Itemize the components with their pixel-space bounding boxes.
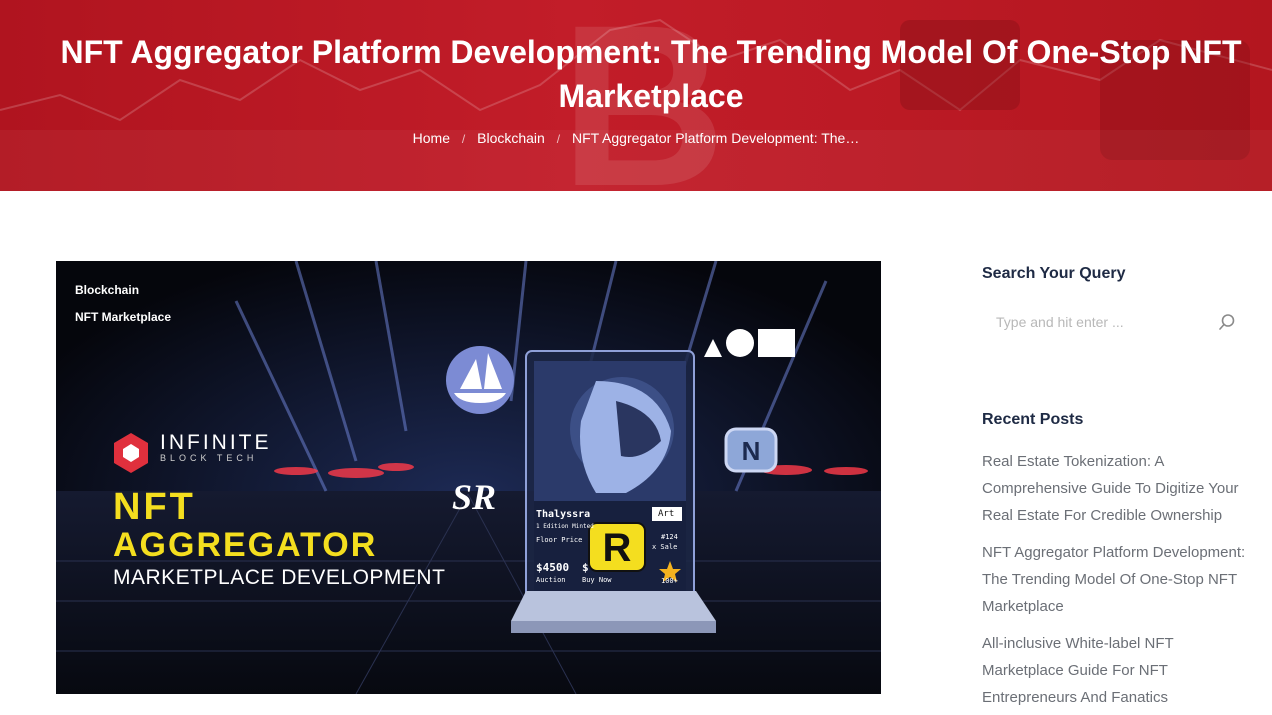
search-icon[interactable] <box>1218 313 1236 331</box>
breadcrumb-home-link[interactable]: Home <box>413 130 450 146</box>
card-sale: x Sale <box>652 543 678 551</box>
breadcrumb-blockchain-link[interactable]: Blockchain <box>477 130 545 146</box>
category-link-nft-marketplace[interactable]: NFT Marketplace <box>75 304 171 331</box>
recent-post-link[interactable]: NFT Aggregator Platform Development: The… <box>982 544 1245 615</box>
breadcrumb-separator: / <box>556 132 561 146</box>
list-item: NFT Aggregator Platform Development: The… <box>982 539 1252 620</box>
search-widget-heading: Search Your Query <box>982 265 1126 282</box>
card-price-auction-label: Auction <box>536 576 566 584</box>
breadcrumb: Home / Blockchain / NFT Aggregator Platf… <box>0 130 1272 146</box>
infinite-block-tech-logo: INFINITE BLOCK TECH <box>160 431 272 463</box>
search-input[interactable] <box>982 304 1248 340</box>
card-edition: 1 Edition Minted <box>536 523 594 530</box>
page-title: NFT Aggregator Platform Development: The… <box>60 34 1242 114</box>
post-categories: Blockchain NFT Marketplace <box>75 277 171 331</box>
recent-posts-list: Real Estate Tokenization: A Comprehensiv… <box>982 448 1252 715</box>
card-price-buynow: $ <box>582 561 589 574</box>
breadcrumb-separator: / <box>461 132 466 146</box>
page-hero: B NFT Aggregator Platform Development: T… <box>0 0 1272 191</box>
sr-logo: SR <box>452 477 497 517</box>
svg-text:R: R <box>603 526 632 570</box>
recent-post-link[interactable]: All-inclusive White-label NFT Marketplac… <box>982 635 1173 706</box>
image-headline-subtitle: MARKETPLACE DEVELOPMENT <box>113 566 446 589</box>
list-item: All-inclusive White-label NFT Marketplac… <box>982 630 1252 711</box>
breadcrumb-current: NFT Aggregator Platform Development: The… <box>571 130 860 146</box>
recent-post-link[interactable]: Real Estate Tokenization: A Comprehensiv… <box>982 453 1239 524</box>
card-id: #124 <box>661 533 678 541</box>
recent-posts-heading: Recent Posts <box>982 411 1084 428</box>
featured-image[interactable]: N R Blockchain NFT Marketplace INFINITE … <box>56 261 881 694</box>
svg-text:N: N <box>742 436 761 466</box>
card-price-buynow-label: Buy Now <box>582 576 612 584</box>
card-name: Thalyssra <box>536 509 591 520</box>
card-price-auction: $4500 <box>536 561 570 574</box>
image-headline-nft: NFT <box>113 486 196 528</box>
search-form <box>982 304 1248 340</box>
card-tag: Art <box>658 509 675 519</box>
list-item: Real Estate Tokenization: A Comprehensiv… <box>982 448 1252 529</box>
image-headline-aggregator: AGGREGATOR <box>113 526 378 564</box>
card-floor-label: Floor Price <box>536 536 583 544</box>
category-link-blockchain[interactable]: Blockchain <box>75 277 171 304</box>
card-likes: 100+ <box>661 577 678 585</box>
